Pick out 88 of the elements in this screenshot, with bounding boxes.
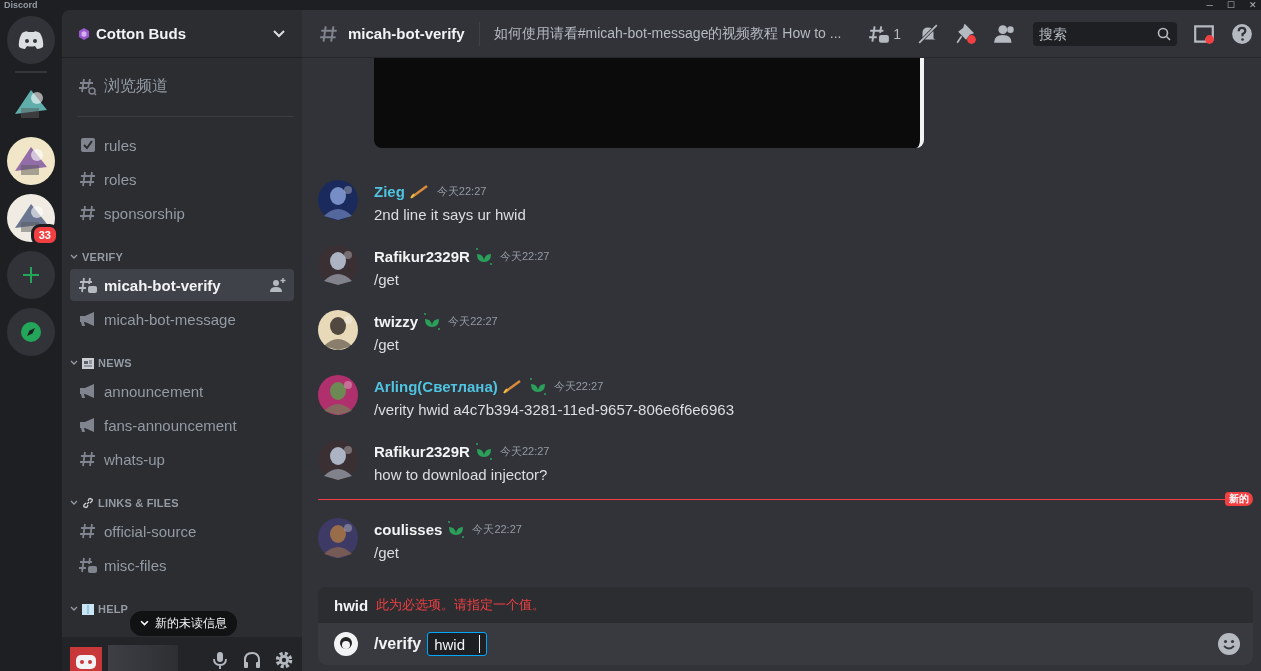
window-control[interactable]: ☐ xyxy=(1227,0,1235,10)
compass-icon xyxy=(20,321,42,343)
muted-bell-icon[interactable] xyxy=(917,22,939,45)
author-name[interactable]: Arling(Светлана) xyxy=(374,377,498,395)
channel-item[interactable]: roles xyxy=(70,163,294,195)
timestamp: 今天22:27 xyxy=(553,378,604,394)
hash-icon xyxy=(78,521,98,541)
microphone-icon[interactable] xyxy=(210,650,230,670)
sprout-icon xyxy=(473,246,494,266)
chevron-icon xyxy=(70,359,78,367)
message-text: /get xyxy=(374,336,401,353)
author-name[interactable]: coulisses xyxy=(374,520,443,538)
command-name: /verify xyxy=(374,635,422,653)
chevron-icon xyxy=(70,253,78,261)
inbox-icon[interactable] xyxy=(1193,22,1215,45)
browse-icon xyxy=(78,76,98,96)
headphones-icon[interactable] xyxy=(242,650,262,670)
chevron-icon xyxy=(70,499,78,507)
newspaper-icon xyxy=(82,357,94,369)
channel-item[interactable]: announcement xyxy=(70,375,294,407)
message-text: /get xyxy=(374,271,401,288)
channel-item[interactable]: official-source xyxy=(70,515,294,547)
notification-badge: 33 xyxy=(30,224,59,246)
timestamp: 今天22:27 xyxy=(436,183,487,199)
browse-channels-item[interactable]: 浏览频道 xyxy=(70,68,294,104)
threads-button[interactable]: 1 xyxy=(868,22,901,45)
blurred-username xyxy=(108,645,178,671)
message-text: 2nd line it says ur hwid xyxy=(374,206,526,223)
members-icon[interactable] xyxy=(993,22,1017,45)
message-text: /get xyxy=(374,544,401,561)
discord-logo-icon xyxy=(18,30,44,50)
channel-item[interactable]: fans-announcement xyxy=(70,409,294,441)
channel-item[interactable]: rules xyxy=(70,129,294,161)
category-header[interactable]: HELP xyxy=(70,597,129,621)
search-icon xyxy=(1157,26,1171,41)
author-name[interactable]: Zieg xyxy=(374,182,405,200)
option-name: hwid xyxy=(334,596,369,614)
invite-icon[interactable] xyxy=(270,277,286,293)
timestamp: 今天22:27 xyxy=(448,313,498,329)
channel-item[interactable]: misc-files xyxy=(70,549,294,581)
channel-item[interactable]: whats-up xyxy=(70,443,294,475)
category-header[interactable]: VERIFY xyxy=(70,245,123,269)
author-name[interactable]: twizzy xyxy=(374,312,419,330)
author-name[interactable]: Rafikur2329R xyxy=(374,442,470,460)
message-text: how to download injector? xyxy=(374,466,549,483)
channel-item[interactable]: micah-bot-verify xyxy=(70,269,294,301)
sprout-icon xyxy=(473,441,494,461)
rules-icon xyxy=(78,135,98,155)
chevron-icon xyxy=(70,605,78,613)
thread-channel-icon xyxy=(78,555,98,575)
timestamp: 今天22:27 xyxy=(472,521,522,537)
channel-title: micah-bot-verify xyxy=(348,25,465,42)
message-text: /verity hwid a4c7b394-3281-11ed-9657-806e6f6e6963 xyxy=(374,401,734,418)
emoji-icon[interactable] xyxy=(1217,632,1241,656)
sprout-icon xyxy=(527,376,548,396)
error-message: 此为必选项。请指定一个值。 xyxy=(376,596,546,614)
hash-icon xyxy=(78,169,98,189)
settings-icon[interactable] xyxy=(274,650,294,670)
category-header[interactable]: NEWS xyxy=(70,351,132,375)
boost-icon xyxy=(78,27,90,40)
window-title: Discord xyxy=(4,0,38,10)
home-button[interactable] xyxy=(7,16,55,64)
thread-channel-icon xyxy=(78,275,98,295)
channel-item[interactable]: sponsorship xyxy=(70,197,294,229)
pin-icon[interactable] xyxy=(955,22,977,45)
timestamp: 今天22:27 xyxy=(499,248,550,264)
chevron-icon xyxy=(140,619,149,628)
sprout-icon xyxy=(446,519,467,539)
search-field[interactable]: 搜索 xyxy=(1033,21,1177,46)
category-header[interactable]: LINKS & FILES xyxy=(70,491,179,515)
sprout-icon xyxy=(422,311,443,331)
window-control[interactable]: ✕ xyxy=(1249,0,1257,10)
option-field[interactable]: hwid xyxy=(427,632,487,656)
hash-icon xyxy=(78,449,98,469)
plus-icon xyxy=(22,266,40,284)
hash-icon xyxy=(78,203,98,223)
explore-button[interactable] xyxy=(7,308,55,356)
timestamp: 今天22:27 xyxy=(499,443,550,459)
channel-item[interactable]: micah-bot-message xyxy=(70,303,294,335)
unread-messages-pill[interactable]: 新的未读信息 xyxy=(130,611,237,636)
author-name[interactable]: Rafikur2329R xyxy=(374,247,470,265)
add-server-button[interactable] xyxy=(7,251,55,299)
channel-topic[interactable]: 如何使用请看#micah-bot-message的视频教程 How to ... xyxy=(493,24,861,43)
new-label: 新的 xyxy=(1225,492,1253,506)
help-icon[interactable] xyxy=(1231,22,1253,45)
window-control[interactable]: ─ xyxy=(1206,0,1213,10)
book-icon xyxy=(82,603,94,615)
link-icon xyxy=(82,497,94,509)
